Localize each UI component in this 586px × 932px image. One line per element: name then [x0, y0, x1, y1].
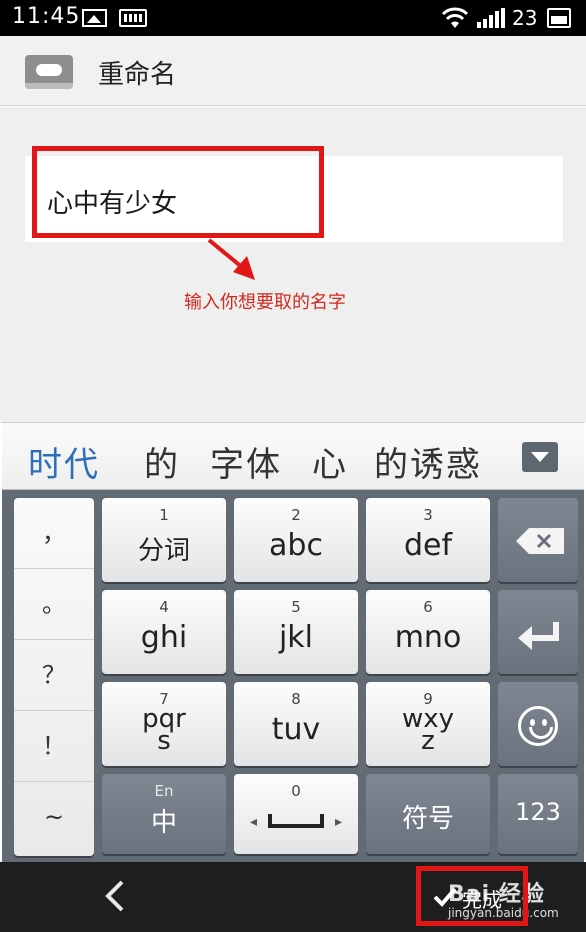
- key-7[interactable]: 7 pqr s: [102, 682, 226, 766]
- key-number: 3: [423, 506, 433, 524]
- navigation-bar: 完成 Bai 经验 jingyan.baidu.com: [0, 862, 586, 932]
- enter-icon: [518, 622, 559, 650]
- annotation-text: 输入你想要取的名字: [184, 292, 346, 313]
- candidate-item[interactable]: 的: [144, 437, 180, 486]
- space-icon: [268, 814, 324, 828]
- key-1[interactable]: 1 分词: [102, 498, 226, 582]
- key-label: def: [403, 528, 453, 563]
- key-label: wxy z: [366, 706, 490, 754]
- annotation-arrow-icon: [207, 238, 255, 280]
- arrow-right-icon: ▸: [334, 814, 342, 830]
- space-key[interactable]: 0 ◂ ▸: [234, 774, 358, 854]
- emoji-key[interactable]: [498, 682, 578, 766]
- smiley-icon: [518, 706, 558, 746]
- punct-key-period[interactable]: 。: [14, 569, 94, 640]
- candidate-bar: 时代 的 字体 心 的诱惑: [2, 422, 584, 490]
- candidate-item[interactable]: 的诱惑: [374, 437, 482, 486]
- key-2[interactable]: 2 abc: [234, 498, 358, 582]
- key-number: 4: [159, 598, 169, 616]
- numeric-key[interactable]: 123: [498, 774, 578, 854]
- key-label: pqr s: [102, 706, 226, 754]
- key-3[interactable]: 3 def: [366, 498, 490, 582]
- key-8[interactable]: 8 tuv: [234, 682, 358, 766]
- wifi-icon: [442, 7, 468, 28]
- key-9[interactable]: 9 wxy z: [366, 682, 490, 766]
- expand-candidates-icon[interactable]: [522, 442, 558, 472]
- key-number: 2: [291, 506, 301, 524]
- language-switch-key[interactable]: En 中: [102, 774, 226, 854]
- backspace-icon: [516, 528, 564, 554]
- key-label-line2: z: [421, 726, 435, 756]
- arrow-left-icon: ◂: [250, 814, 258, 830]
- key-4[interactable]: 4 ghi: [102, 590, 226, 674]
- status-time: 11:45: [12, 4, 81, 29]
- candidate-item[interactable]: 心: [312, 437, 348, 486]
- key-label: ghi: [140, 620, 188, 655]
- key-number: 5: [291, 598, 301, 616]
- back-icon[interactable]: [102, 878, 126, 914]
- candidate-item[interactable]: 时代: [28, 437, 100, 486]
- key-label: 中: [150, 808, 177, 838]
- key-label: abc: [269, 528, 323, 563]
- punct-key-tilde[interactable]: ~: [14, 782, 94, 853]
- keyboard-notification-icon: [119, 9, 147, 27]
- key-number: 8: [291, 690, 301, 708]
- key-label-line2: s: [157, 726, 171, 756]
- key-label: tuv: [271, 712, 321, 747]
- key-number: 0: [291, 782, 301, 800]
- punctuation-column: ， 。 ？ ！ ~: [14, 498, 94, 856]
- done-highlight-box: [416, 866, 528, 926]
- candidate-item[interactable]: 字体: [210, 437, 282, 486]
- punct-key-comma[interactable]: ，: [14, 498, 94, 569]
- key-number: 6: [423, 598, 433, 616]
- key-label: mno: [394, 620, 462, 655]
- key-5[interactable]: 5 jkl: [234, 590, 358, 674]
- key-label: 分词: [137, 536, 190, 566]
- tape-icon: [25, 55, 73, 89]
- key-number: En: [154, 782, 174, 800]
- key-6[interactable]: 6 mno: [366, 590, 490, 674]
- input-highlight-box: [32, 146, 324, 238]
- keyboard: ， 。 ？ ！ ~ 1 分词 2 abc 3 def 4 ghi 5 jkl 6…: [2, 490, 584, 862]
- enter-key[interactable]: [498, 590, 578, 674]
- key-label: jkl: [278, 620, 314, 655]
- battery-icon: [547, 8, 571, 28]
- picture-notification-icon: [82, 9, 107, 27]
- status-bar: 11:45 23: [0, 0, 586, 36]
- battery-level: 23: [512, 6, 538, 30]
- symbol-key[interactable]: 符号: [366, 774, 490, 854]
- key-label: 123: [515, 798, 561, 826]
- page-title: 重命名: [98, 60, 177, 90]
- signal-icon: [477, 8, 505, 28]
- key-number: 1: [159, 506, 169, 524]
- dialog-header: 重命名: [0, 36, 586, 106]
- punct-key-exclaim[interactable]: ！: [14, 711, 94, 782]
- backspace-key[interactable]: [498, 498, 578, 582]
- key-label: 符号: [401, 804, 454, 834]
- punct-key-question[interactable]: ？: [14, 640, 94, 711]
